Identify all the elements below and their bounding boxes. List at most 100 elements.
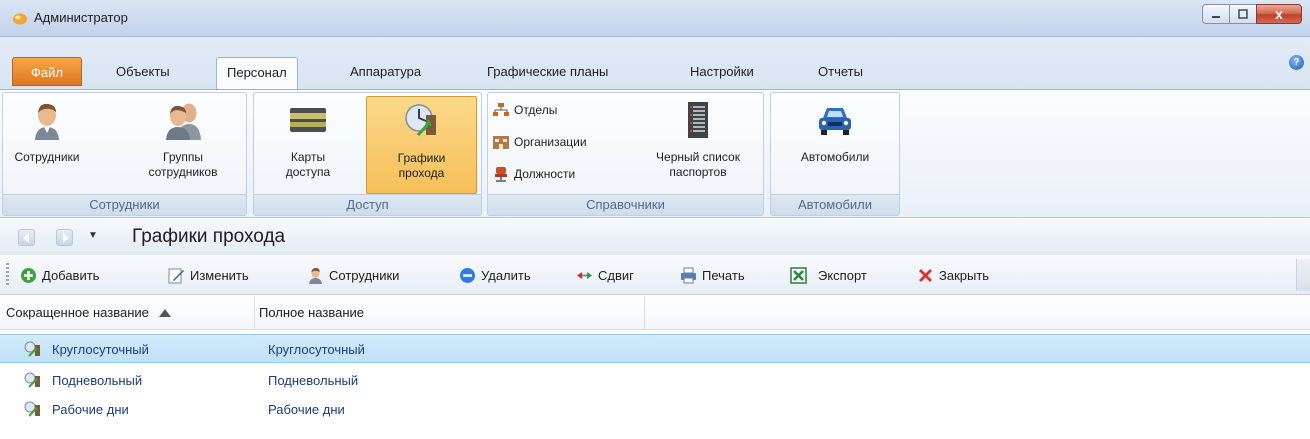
row-full-name: Подневольный (268, 373, 359, 388)
departments-button[interactable]: Отделы (492, 99, 557, 121)
toolbar-grip[interactable] (6, 263, 9, 287)
add-button[interactable]: Добавить (20, 265, 99, 285)
print-label: Печать (702, 267, 745, 283)
edit-button[interactable]: Изменить (168, 265, 249, 285)
group-employees: Сотрудники Группы сотрудников Сотрудники (2, 92, 247, 216)
group-label-access: Доступ (254, 194, 481, 215)
table-row[interactable]: Рабочие дни Рабочие дни (0, 395, 1310, 424)
employees-button[interactable]: Сотрудники (5, 96, 89, 194)
group-vehicles: Автомобили Автомобили (770, 92, 900, 216)
row-full-name: Рабочие дни (268, 402, 345, 417)
group-label-employees: Сотрудники (3, 194, 246, 215)
help-icon[interactable]: ? (1289, 55, 1304, 70)
close-label: Закрыть (939, 267, 990, 283)
employee-icon (35, 103, 59, 140)
tab-hardware[interactable]: Аппаратура (340, 57, 431, 88)
close-icon (919, 268, 932, 282)
schedule-icon (404, 104, 436, 137)
grid-header: Сокращенное название Полное название (0, 296, 1310, 330)
maximize-icon (1238, 9, 1248, 19)
column-header-full-name[interactable]: Полное название (255, 296, 645, 330)
close-window-button[interactable]: x (1256, 4, 1302, 24)
tab-personnel[interactable]: Персонал (216, 57, 298, 90)
access-cards-label-2: доступа (285, 165, 331, 179)
minimize-icon (1212, 16, 1220, 18)
employee-group-icon (166, 103, 201, 140)
history-dropdown-icon[interactable]: ▼ (88, 230, 98, 241)
print-button[interactable]: Печать (680, 265, 745, 285)
window-title: Администратор (34, 10, 128, 25)
tab-graphic-plans[interactable]: Графические планы (477, 57, 618, 88)
positions-label: Должности (514, 167, 576, 181)
export-label: Экспорт (818, 267, 867, 283)
title-bar: Администратор x (0, 0, 1310, 37)
column-short-name-label: Сокращенное название (6, 305, 149, 320)
employee-groups-label-2: сотрудников (148, 165, 218, 179)
remove-icon (460, 267, 475, 283)
schedule-row-icon (24, 372, 40, 388)
group-references: Отделы Организации Должности Черный спис… (487, 92, 764, 216)
forward-arrow-icon (62, 233, 69, 243)
page-title: Графики прохода (132, 226, 286, 247)
maximize-button[interactable] (1229, 4, 1257, 24)
window-controls: x (1202, 4, 1302, 24)
tab-reports[interactable]: Отчеты (808, 57, 873, 88)
row-short-name: Рабочие дни (52, 402, 129, 417)
organizations-label: Организации (514, 135, 587, 149)
access-cards-button[interactable]: Карты доступа (260, 96, 356, 194)
employee-icon (309, 267, 322, 284)
excel-icon (790, 266, 807, 284)
table-row[interactable]: Круглосуточный Круглосуточный (0, 334, 1310, 363)
car-icon (819, 108, 851, 135)
minimize-button[interactable] (1202, 4, 1230, 24)
ribbon-panel: Сотрудники Группы сотрудников Сотрудники… (0, 89, 1310, 218)
shift-label: Сдвиг (598, 267, 634, 283)
shift-button[interactable]: Сдвиг (576, 265, 634, 285)
employees-button-label: Сотрудники (14, 150, 80, 164)
vehicles-label: Автомобили (800, 150, 870, 164)
org-chart-icon (493, 103, 509, 116)
group-label-references: Справочники (488, 194, 763, 215)
tab-settings[interactable]: Настройки (680, 57, 764, 88)
employees-toolbar-label: Сотрудники (329, 267, 400, 283)
app-icon (13, 13, 27, 25)
schedules-button[interactable]: Графики прохода (366, 96, 477, 194)
table-row[interactable]: Подневольный Подневольный (0, 366, 1310, 395)
employee-groups-button[interactable]: Группы сотрудников (123, 96, 243, 194)
ribbon-tabs: Файл Объекты Персонал Аппаратура Графиче… (0, 37, 1310, 90)
schedule-row-icon (24, 341, 40, 357)
back-button[interactable] (18, 229, 35, 246)
row-full-name: Круглосуточный (268, 342, 365, 357)
close-icon: x (1275, 6, 1283, 22)
add-icon (21, 267, 36, 283)
tab-file[interactable]: Файл (12, 57, 82, 86)
organizations-button[interactable]: Организации (492, 131, 587, 153)
delete-button[interactable]: Удалить (459, 265, 531, 285)
add-label: Добавить (42, 267, 100, 283)
access-card-icon (290, 108, 326, 132)
vehicles-button[interactable]: Автомобили (777, 96, 893, 194)
positions-button[interactable]: Должности (492, 163, 575, 185)
toolbar: Добавить Изменить Сотрудники Удалить Сдв… (0, 255, 1310, 295)
blacklist-label-1: Черный список (656, 150, 740, 164)
organization-icon (493, 136, 509, 149)
toolbar-overflow-button[interactable] (1296, 259, 1310, 291)
column-header-short-name[interactable]: Сокращенное название (2, 296, 255, 330)
tab-objects[interactable]: Объекты (106, 57, 180, 88)
departments-label: Отделы (514, 103, 558, 117)
schedule-row-icon (24, 401, 40, 417)
forward-button[interactable] (56, 229, 73, 246)
sort-ascending-icon (158, 309, 171, 317)
shift-arrows-icon (577, 271, 592, 279)
back-arrow-icon (22, 233, 29, 243)
schedules-label-1: Графики (397, 151, 446, 165)
office-chair-icon (495, 167, 507, 182)
export-button[interactable]: Экспорт (790, 265, 867, 285)
row-short-name: Круглосуточный (52, 342, 149, 357)
delete-label: Удалить (481, 267, 531, 283)
schedules-label-2: прохода (398, 166, 445, 180)
employees-toolbar-button[interactable]: Сотрудники (307, 265, 399, 285)
passport-blacklist-button[interactable]: Черный список паспортов (636, 96, 760, 194)
close-button[interactable]: Закрыть (917, 265, 989, 285)
navigation-bar: ▼ Графики прохода (0, 219, 1310, 255)
